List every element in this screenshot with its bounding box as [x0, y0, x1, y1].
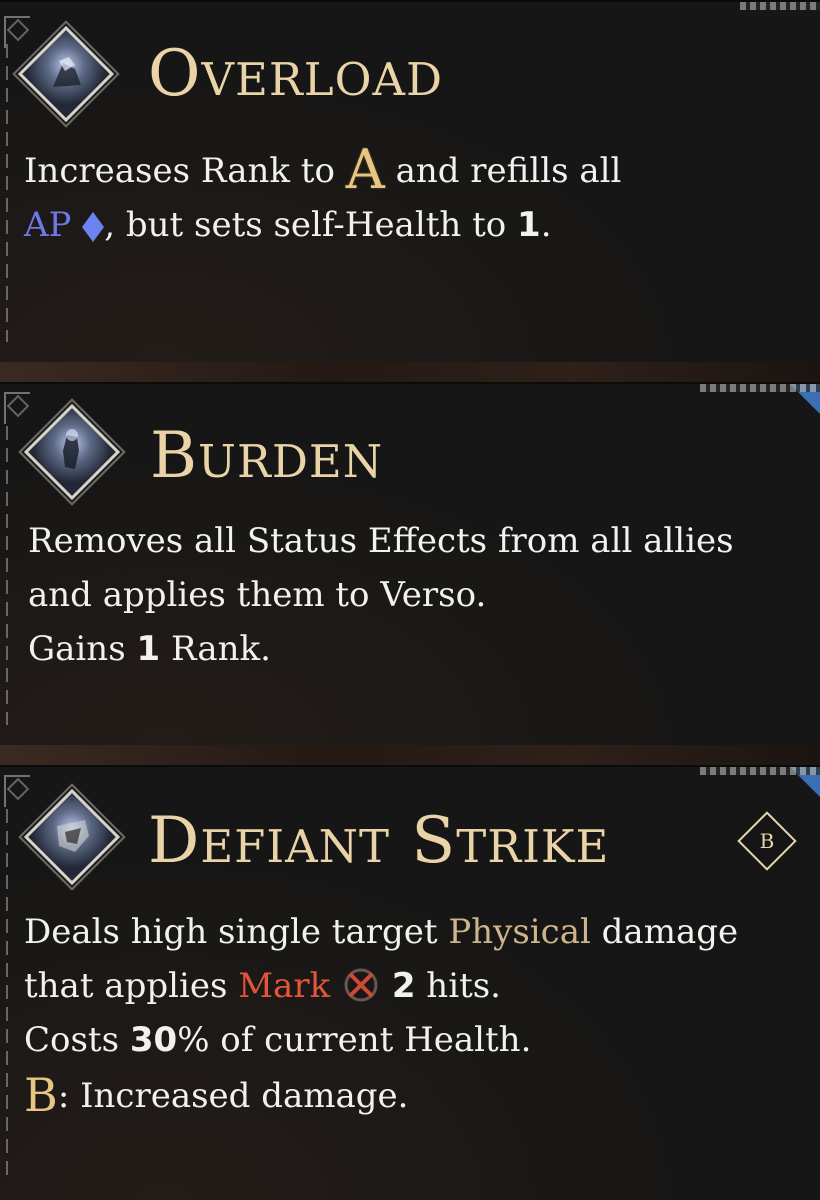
frame-edge — [6, 426, 8, 725]
description-text: Gains — [28, 629, 126, 669]
description-text: hits. — [426, 966, 501, 1006]
description-text: damage — [601, 912, 739, 952]
frame-ornament — [740, 2, 820, 10]
skill-description-line: Deals high single target Physical damage — [24, 905, 738, 959]
skill-description-line: that applies Mark 2 hits. — [24, 959, 501, 1013]
ap-keyword: AP — [24, 205, 72, 245]
skill-card-overload[interactable]: Overload Increases Rank to A and refills… — [0, 0, 820, 362]
description-text: Removes all Status Effects from all alli… — [28, 521, 734, 561]
description-text: and refills all — [395, 151, 622, 191]
rank-badge-letter: B — [759, 829, 775, 853]
description-text: that applies — [24, 966, 228, 1006]
description-text: : Increased damage. — [57, 1076, 409, 1116]
skill-description-line: Increases Rank to A and refills all — [24, 138, 622, 201]
description-text: and applies them to Verso. — [28, 575, 487, 615]
skill-description-line: Costs 30% of current Health. — [24, 1013, 531, 1067]
rank-b-badge-icon: B — [737, 811, 797, 871]
health-cost-value: 30 — [129, 1020, 178, 1060]
description-text: Increases Rank to — [24, 151, 335, 191]
skill-title: Defiant Strike — [148, 804, 610, 878]
description-text: , but sets self-Health to — [104, 205, 507, 245]
ap-diamond-icon — [82, 212, 105, 242]
corner-ornament-icon — [4, 775, 30, 807]
frame-ornament — [700, 767, 820, 775]
skill-description-line: AP , but sets self-Health to 1. — [24, 198, 552, 252]
skill-description-line: Gains 1 Rank. — [28, 622, 271, 676]
physical-keyword: Physical — [448, 912, 591, 952]
background-strip — [0, 362, 820, 382]
rank-b-icon: B — [24, 1068, 58, 1122]
defiant-strike-skill-icon — [23, 788, 121, 886]
skill-card-burden[interactable]: Burden Removes all Status Effects from a… — [0, 382, 820, 745]
burden-skill-icon — [23, 403, 121, 501]
background-strip — [0, 745, 820, 765]
overload-skill-icon — [17, 25, 115, 123]
skill-title: Burden — [150, 419, 384, 493]
health-value: 1 — [517, 205, 541, 245]
description-text: Costs — [24, 1020, 120, 1060]
description-text: % of current Health. — [177, 1020, 532, 1060]
frame-edge — [6, 44, 8, 342]
description-text: Deals high single target — [24, 912, 438, 952]
mark-status-icon — [344, 968, 378, 1002]
skill-card-defiant-strike[interactable]: Defiant Strike B Deals high single targe… — [0, 765, 820, 1200]
frame-ornament — [700, 384, 820, 392]
description-text: Rank. — [170, 629, 271, 669]
skill-description-line: B: Increased damage. — [24, 1069, 408, 1123]
corner-ornament-icon — [4, 392, 30, 424]
rank-a-icon: A — [345, 138, 385, 201]
rank-gain-value: 1 — [136, 629, 161, 669]
mark-keyword: Mark — [238, 966, 331, 1006]
skill-title: Overload — [148, 37, 444, 111]
description-text: . — [540, 205, 552, 245]
hits-value: 2 — [391, 966, 416, 1006]
frame-edge — [6, 809, 8, 1180]
